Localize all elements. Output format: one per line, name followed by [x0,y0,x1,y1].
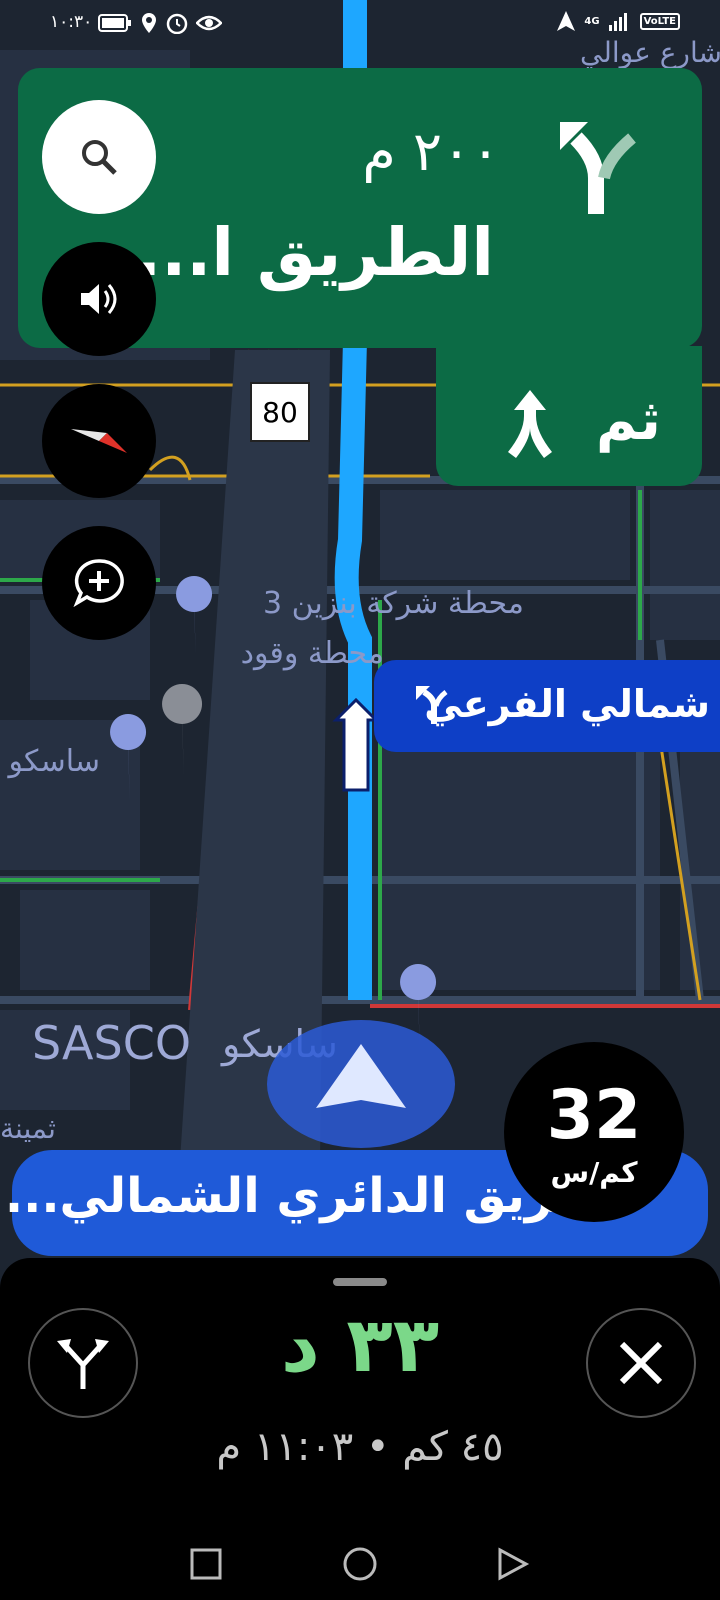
turn-slight-left-icon [560,122,636,214]
speed-limit-sign: 80 [250,382,310,442]
poi-sasco-left-label: ساسكو [8,744,100,779]
poi-fuel-label: محطة وقود [240,636,384,671]
network-type: 4G [584,15,600,27]
map-small-label: ثمينة [0,1112,56,1145]
alternate-routes-icon [57,1339,109,1389]
status-time: ١٠:٣٠ [50,12,93,32]
search-icon [82,140,117,175]
fork-left-icon [416,686,448,724]
compass-button[interactable] [42,384,156,498]
alternate-routes-button[interactable] [28,1308,138,1418]
home-button[interactable] [342,1546,378,1582]
location-icon [142,13,156,33]
current-speed: 32 [546,1076,642,1155]
close-icon [619,1341,663,1385]
merge-icon [508,390,552,458]
instruction-distance: ٢٠٠ م [362,120,500,183]
signal-icon [608,13,627,31]
poi-gas-station-label: محطة شركة بنزين 3 [262,586,524,621]
battery-icon [98,14,131,32]
trip-summary: ٤٥ كم • ١١:٠٣ م [216,1424,504,1470]
system-navigation-bar [0,1530,720,1600]
search-button[interactable] [42,100,156,214]
exit-navigation-button[interactable] [586,1308,696,1418]
then-label: ثم [596,388,661,453]
add-comment-icon [73,559,124,608]
alarm-icon [166,13,188,34]
recents-button[interactable] [188,1546,224,1582]
instruction-road: الطريق ا... [136,214,494,291]
sound-button[interactable] [42,242,156,356]
branch-callout-text: شمالي الفرعي [424,682,710,726]
compass-icon [71,429,127,453]
add-report-button[interactable] [42,526,156,640]
street-label-top: شارع عوالي [580,36,720,69]
volume-icon [81,284,117,314]
current-location-icon [267,1020,455,1148]
speed-unit: كم/س [550,1156,638,1189]
then-card [436,346,702,486]
speedometer: 32 كم/س [504,1042,684,1222]
poi-sasco-en: SASCO [32,1016,192,1070]
eye-icon [196,15,222,31]
branch-callout: شمالي الفرعي [374,660,720,752]
back-button[interactable] [494,1546,530,1582]
navigation-arrow-icon [557,11,576,31]
volte-badge: VoLTE [639,12,680,30]
sheet-drag-handle[interactable] [333,1278,387,1286]
